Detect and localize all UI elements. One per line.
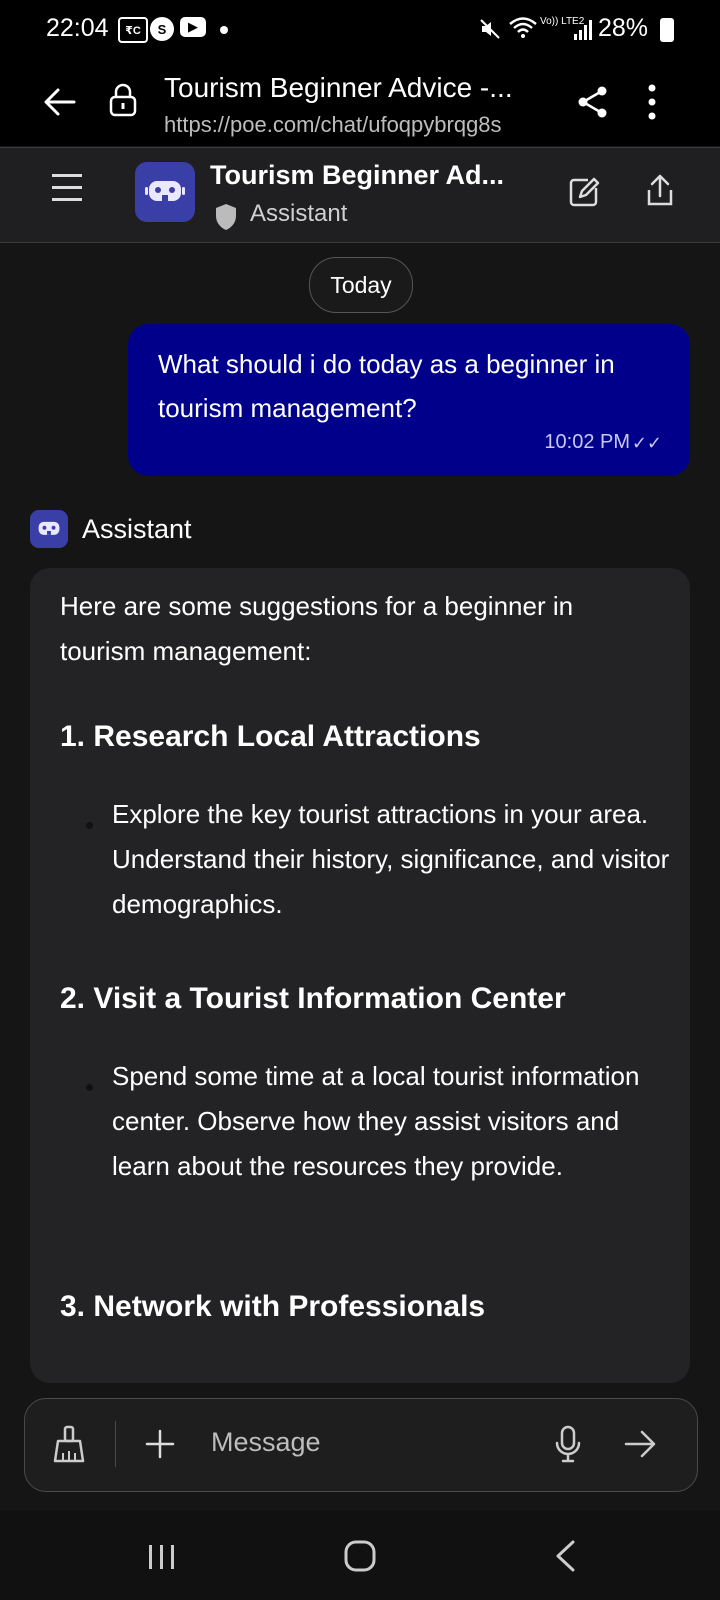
nav-recents-icon[interactable]	[147, 1543, 177, 1571]
read-receipt-icon: ✓✓	[631, 433, 662, 453]
battery-percent: 28%	[597, 14, 648, 42]
section-bullet: Explore the key tourist attractions in y…	[112, 799, 670, 919]
s-app-notification-icon: S	[150, 17, 174, 41]
more-vert-icon[interactable]	[646, 82, 658, 122]
export-icon[interactable]	[646, 174, 674, 208]
browser-bar: Tourism Beginner Advice -... https://poe…	[0, 58, 720, 146]
bot-icon	[145, 181, 185, 201]
date-chip: Today	[309, 257, 413, 313]
wifi-icon	[509, 17, 537, 38]
mute-icon	[480, 19, 500, 39]
section-heading: 3. Network with Professionals	[60, 1290, 486, 1323]
bot-message-card[interactable]: Here are some suggestions for a beginner…	[30, 568, 690, 1383]
share-icon[interactable]	[576, 84, 610, 120]
menu-icon[interactable]	[50, 170, 84, 204]
chat-subtitle: Assistant	[250, 200, 348, 227]
more-notifications-dot-icon	[220, 26, 228, 34]
browser-page-title[interactable]: Tourism Beginner Advice -...	[164, 72, 513, 104]
user-message-bubble[interactable]: What should i do today as a beginner in …	[128, 324, 690, 476]
mic-icon[interactable]	[555, 1425, 581, 1463]
status-time: 22:04	[46, 14, 109, 42]
user-message-text: What should i do today as a beginner in …	[158, 349, 615, 423]
recharge-notification-icon: ₹C	[118, 17, 148, 43]
system-nav-bar	[0, 1510, 720, 1600]
section-bullet: Spend some time at a local tourist infor…	[112, 1061, 640, 1181]
broom-icon[interactable]	[53, 1425, 87, 1463]
battery-icon	[660, 18, 674, 42]
status-bar: 22:04 ₹C S ▶ Vo)) LTE2 28%	[0, 0, 720, 58]
section-heading: 1. Research Local Attractions	[60, 720, 481, 753]
bullet-dot	[86, 822, 93, 829]
plus-icon[interactable]	[145, 1429, 175, 1459]
shield-icon	[216, 204, 236, 230]
chat-header: Tourism Beginner Ad... Assistant	[0, 147, 720, 243]
send-arrow-icon[interactable]	[623, 1427, 657, 1461]
message-input[interactable]: Message	[211, 1427, 321, 1458]
signal-icon	[574, 20, 592, 40]
user-message-time: 10:02 PM	[544, 431, 630, 453]
bullet-dot	[86, 1084, 93, 1091]
nav-home-icon[interactable]	[343, 1539, 377, 1573]
bot-name: Assistant	[82, 514, 192, 544]
bot-avatar[interactable]	[135, 162, 195, 222]
browser-url[interactable]: https://poe.com/chat/ufoqpybrqg8s	[164, 112, 502, 138]
bot-avatar-small[interactable]	[30, 510, 68, 548]
bot-icon	[38, 521, 60, 535]
back-arrow-icon[interactable]	[42, 84, 78, 120]
nav-back-icon[interactable]	[553, 1539, 577, 1573]
message-composer[interactable]: Message	[24, 1398, 698, 1492]
lock-icon[interactable]	[108, 82, 138, 118]
composer-divider	[115, 1421, 116, 1467]
edit-icon[interactable]	[568, 176, 600, 208]
youtube-notification-icon: ▶	[180, 17, 206, 37]
bot-intro-text: Here are some suggestions for a beginner…	[60, 591, 574, 666]
chat-title[interactable]: Tourism Beginner Ad...	[210, 160, 504, 191]
section-heading: 2. Visit a Tourist Information Center	[60, 982, 566, 1015]
